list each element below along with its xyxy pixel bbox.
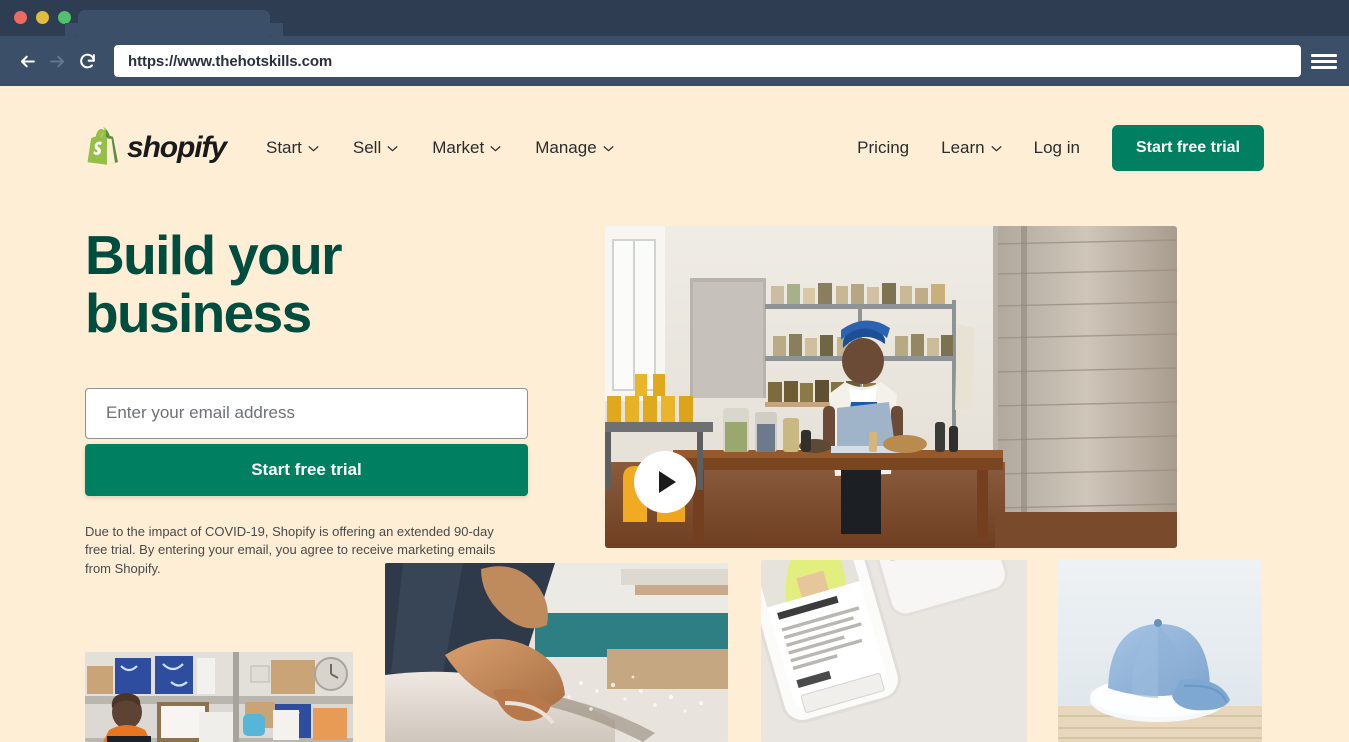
gallery-card-4[interactable] <box>1058 560 1262 742</box>
nav-item-pricing[interactable]: Pricing <box>857 138 909 158</box>
nav-item-sell[interactable]: Sell <box>353 138 398 158</box>
sanding-photo <box>385 563 728 742</box>
shopify-bag-icon <box>85 126 118 170</box>
chevron-down-icon <box>991 145 1002 152</box>
nav-item-start[interactable]: Start <box>266 138 319 158</box>
browser-window: https://www.thehotskills.com shopify Sta… <box>0 0 1349 742</box>
gallery-card-2[interactable] <box>385 563 728 742</box>
hero-copy: Build your business Start free trial Due… <box>85 226 565 578</box>
page-title: Build your business <box>85 224 343 345</box>
hero-section: Build your business Start free trial Due… <box>0 226 1349 578</box>
blue-cap-photo <box>1058 560 1262 742</box>
chevron-down-icon <box>387 145 398 152</box>
phone-mockup-photo <box>761 560 1027 742</box>
browser-titlebar <box>0 0 1349 36</box>
workshop-photo <box>605 226 1177 548</box>
nav-label: Pricing <box>857 138 910 157</box>
nav-label: Market <box>432 138 485 157</box>
close-window-button[interactable] <box>14 11 27 24</box>
gallery-card-3[interactable] <box>761 560 1027 742</box>
signup-form: Start free trial <box>85 387 528 496</box>
nav-label: Log in <box>1033 138 1080 157</box>
hamburger-menu-icon[interactable] <box>1311 46 1337 76</box>
back-icon[interactable] <box>12 46 42 76</box>
primary-navigation: Start Sell Market Manage <box>266 138 614 158</box>
email-field[interactable] <box>85 387 528 439</box>
nav-label: Sell <box>352 138 382 157</box>
browser-tab[interactable] <box>65 10 283 36</box>
site-header: shopify Start Sell Market Manage Pricing… <box>0 117 1349 179</box>
url-text: https://www.thehotskills.com <box>128 52 333 70</box>
gallery-section <box>0 560 1349 742</box>
gallery-card-1[interactable] <box>85 652 353 742</box>
address-bar[interactable]: https://www.thehotskills.com <box>114 45 1301 77</box>
start-free-trial-button-hero[interactable]: Start free trial <box>85 443 528 496</box>
browser-toolbar: https://www.thehotskills.com <box>0 36 1349 86</box>
chevron-down-icon <box>490 145 501 152</box>
shopify-logo[interactable]: shopify <box>85 126 227 170</box>
secondary-navigation: Pricing Learn Log in Start free trial <box>857 125 1264 171</box>
minimize-window-button[interactable] <box>36 11 49 24</box>
nav-item-market[interactable]: Market <box>432 138 501 158</box>
play-icon <box>659 471 676 493</box>
hero-media <box>605 226 1264 578</box>
nav-label: Start <box>265 138 302 157</box>
forward-icon[interactable] <box>42 46 72 76</box>
nav-label: Manage <box>535 138 597 157</box>
hero-video-thumbnail[interactable] <box>605 226 1177 548</box>
warehouse-photo <box>85 652 353 742</box>
nav-item-learn[interactable]: Learn <box>941 138 1002 158</box>
brand-name: shopify <box>127 131 227 164</box>
nav-item-manage[interactable]: Manage <box>535 138 614 158</box>
page-content: shopify Start Sell Market Manage Pricing… <box>0 86 1349 742</box>
start-free-trial-button-header[interactable]: Start free trial <box>1111 125 1264 171</box>
play-button[interactable] <box>634 451 696 513</box>
chevron-down-icon <box>308 145 319 152</box>
reload-icon[interactable] <box>72 46 102 76</box>
nav-item-login[interactable]: Log in <box>1034 138 1080 158</box>
nav-label: Learn <box>941 138 985 157</box>
window-controls <box>14 11 71 24</box>
chevron-down-icon <box>603 145 614 152</box>
